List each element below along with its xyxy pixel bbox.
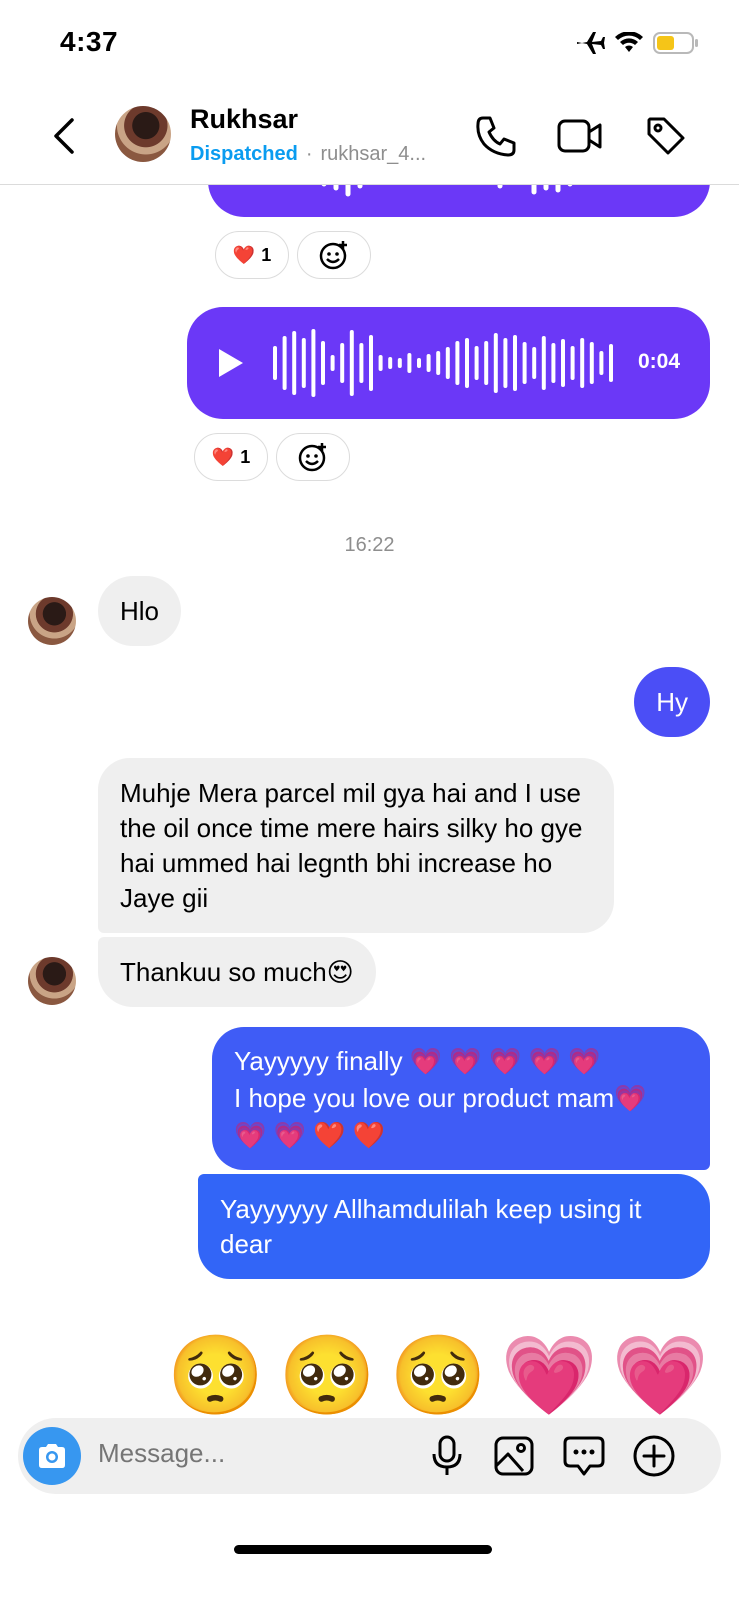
emoji-message[interactable]: 🥺 🥺 🥺 💗 💗 xyxy=(167,1330,709,1420)
separator: · xyxy=(305,143,313,165)
pleading-face-emoji-icon: 🥺 xyxy=(167,1331,265,1419)
reaction-count: 1 xyxy=(261,244,272,265)
message-timestamp: 16:22 xyxy=(344,534,395,556)
camera-button[interactable] xyxy=(22,1422,82,1490)
audio-call-button[interactable] xyxy=(472,112,520,160)
contact-username: rukhsar_4... xyxy=(320,143,427,165)
chevron-left-icon xyxy=(54,118,74,154)
back-button[interactable] xyxy=(44,112,84,160)
message-line: Yayyyyy finally 💗 💗 💗 💗 💗 xyxy=(234,1046,601,1076)
outgoing-message[interactable]: Hy xyxy=(634,667,710,737)
sticker-icon xyxy=(563,1436,605,1476)
voice-message-bubble[interactable]: 0:04 xyxy=(187,307,710,419)
add-reaction-button[interactable] xyxy=(276,433,350,481)
heart-reaction[interactable]: ❤️ 1 xyxy=(194,433,268,481)
video-call-button[interactable] xyxy=(556,112,604,160)
chat-thread[interactable]: ❤️ 1 0:04 ❤️ 1 16:22 Hlo Hy Muhje Mera p… xyxy=(0,0,739,1600)
phone-icon xyxy=(476,116,516,157)
contact-avatar[interactable] xyxy=(28,597,76,645)
contact-subtitle[interactable]: Dispatched · rukhsar_4... xyxy=(190,143,426,166)
microphone-icon xyxy=(432,1435,462,1475)
gallery-icon xyxy=(494,1436,534,1476)
waveform xyxy=(219,329,613,397)
play-icon xyxy=(219,349,243,377)
camera-icon xyxy=(23,1427,81,1485)
order-status: Dispatched xyxy=(190,143,298,165)
incoming-message[interactable]: Muhje Mera parcel mil gya hai and I use … xyxy=(98,758,614,933)
home-indicator[interactable] xyxy=(234,1545,492,1554)
add-reaction-button[interactable] xyxy=(297,231,371,279)
voice-duration: 0:04 xyxy=(637,350,680,373)
incoming-message[interactable]: Hlo xyxy=(98,576,182,646)
reactions-row: ❤️ 1 xyxy=(215,231,371,279)
conversation-header: Rukhsar Dispatched · rukhsar_4... xyxy=(0,90,739,185)
video-icon xyxy=(557,119,602,153)
tag-icon xyxy=(647,117,685,155)
outgoing-message[interactable]: Yayyyyyy Allhamdulilah keep using it dea… xyxy=(198,1174,710,1279)
gallery-button[interactable] xyxy=(490,1432,538,1480)
reaction-count: 1 xyxy=(240,446,251,467)
message-line: 💗 💗 ❤️ ❤️ xyxy=(234,1120,386,1150)
growing-heart-emoji-icon: 💗 xyxy=(500,1331,598,1419)
plus-icon xyxy=(633,1435,675,1477)
more-options-button[interactable] xyxy=(630,1432,678,1480)
message-composer xyxy=(18,1418,721,1494)
add-reaction-icon xyxy=(319,241,347,270)
growing-heart-emoji-icon: 💗 xyxy=(611,1331,709,1419)
message-line: I hope you love our product mam💗 xyxy=(234,1083,647,1113)
contact-avatar[interactable] xyxy=(115,106,171,162)
contact-name[interactable]: Rukhsar xyxy=(190,104,298,135)
heart-emoji-icon: ❤️ xyxy=(211,446,235,467)
heart-reaction[interactable]: ❤️ 1 xyxy=(215,231,289,279)
outgoing-message[interactable]: Yayyyyy finally 💗 💗 💗 💗 💗 I hope you lov… xyxy=(212,1027,710,1170)
pleading-face-emoji-icon: 🥺 xyxy=(278,1331,376,1419)
contact-avatar[interactable] xyxy=(28,957,76,1005)
voice-record-button[interactable] xyxy=(423,1432,471,1480)
sticker-button[interactable] xyxy=(560,1432,608,1480)
message-input[interactable] xyxy=(98,1438,418,1469)
heart-emoji-icon: ❤️ xyxy=(232,244,256,265)
add-reaction-icon xyxy=(298,443,326,472)
pleading-face-emoji-icon: 🥺 xyxy=(389,1331,487,1419)
reactions-row: ❤️ 1 xyxy=(194,433,350,481)
label-button[interactable] xyxy=(642,112,690,160)
incoming-message[interactable]: Thankuu so much😍 xyxy=(98,937,376,1007)
